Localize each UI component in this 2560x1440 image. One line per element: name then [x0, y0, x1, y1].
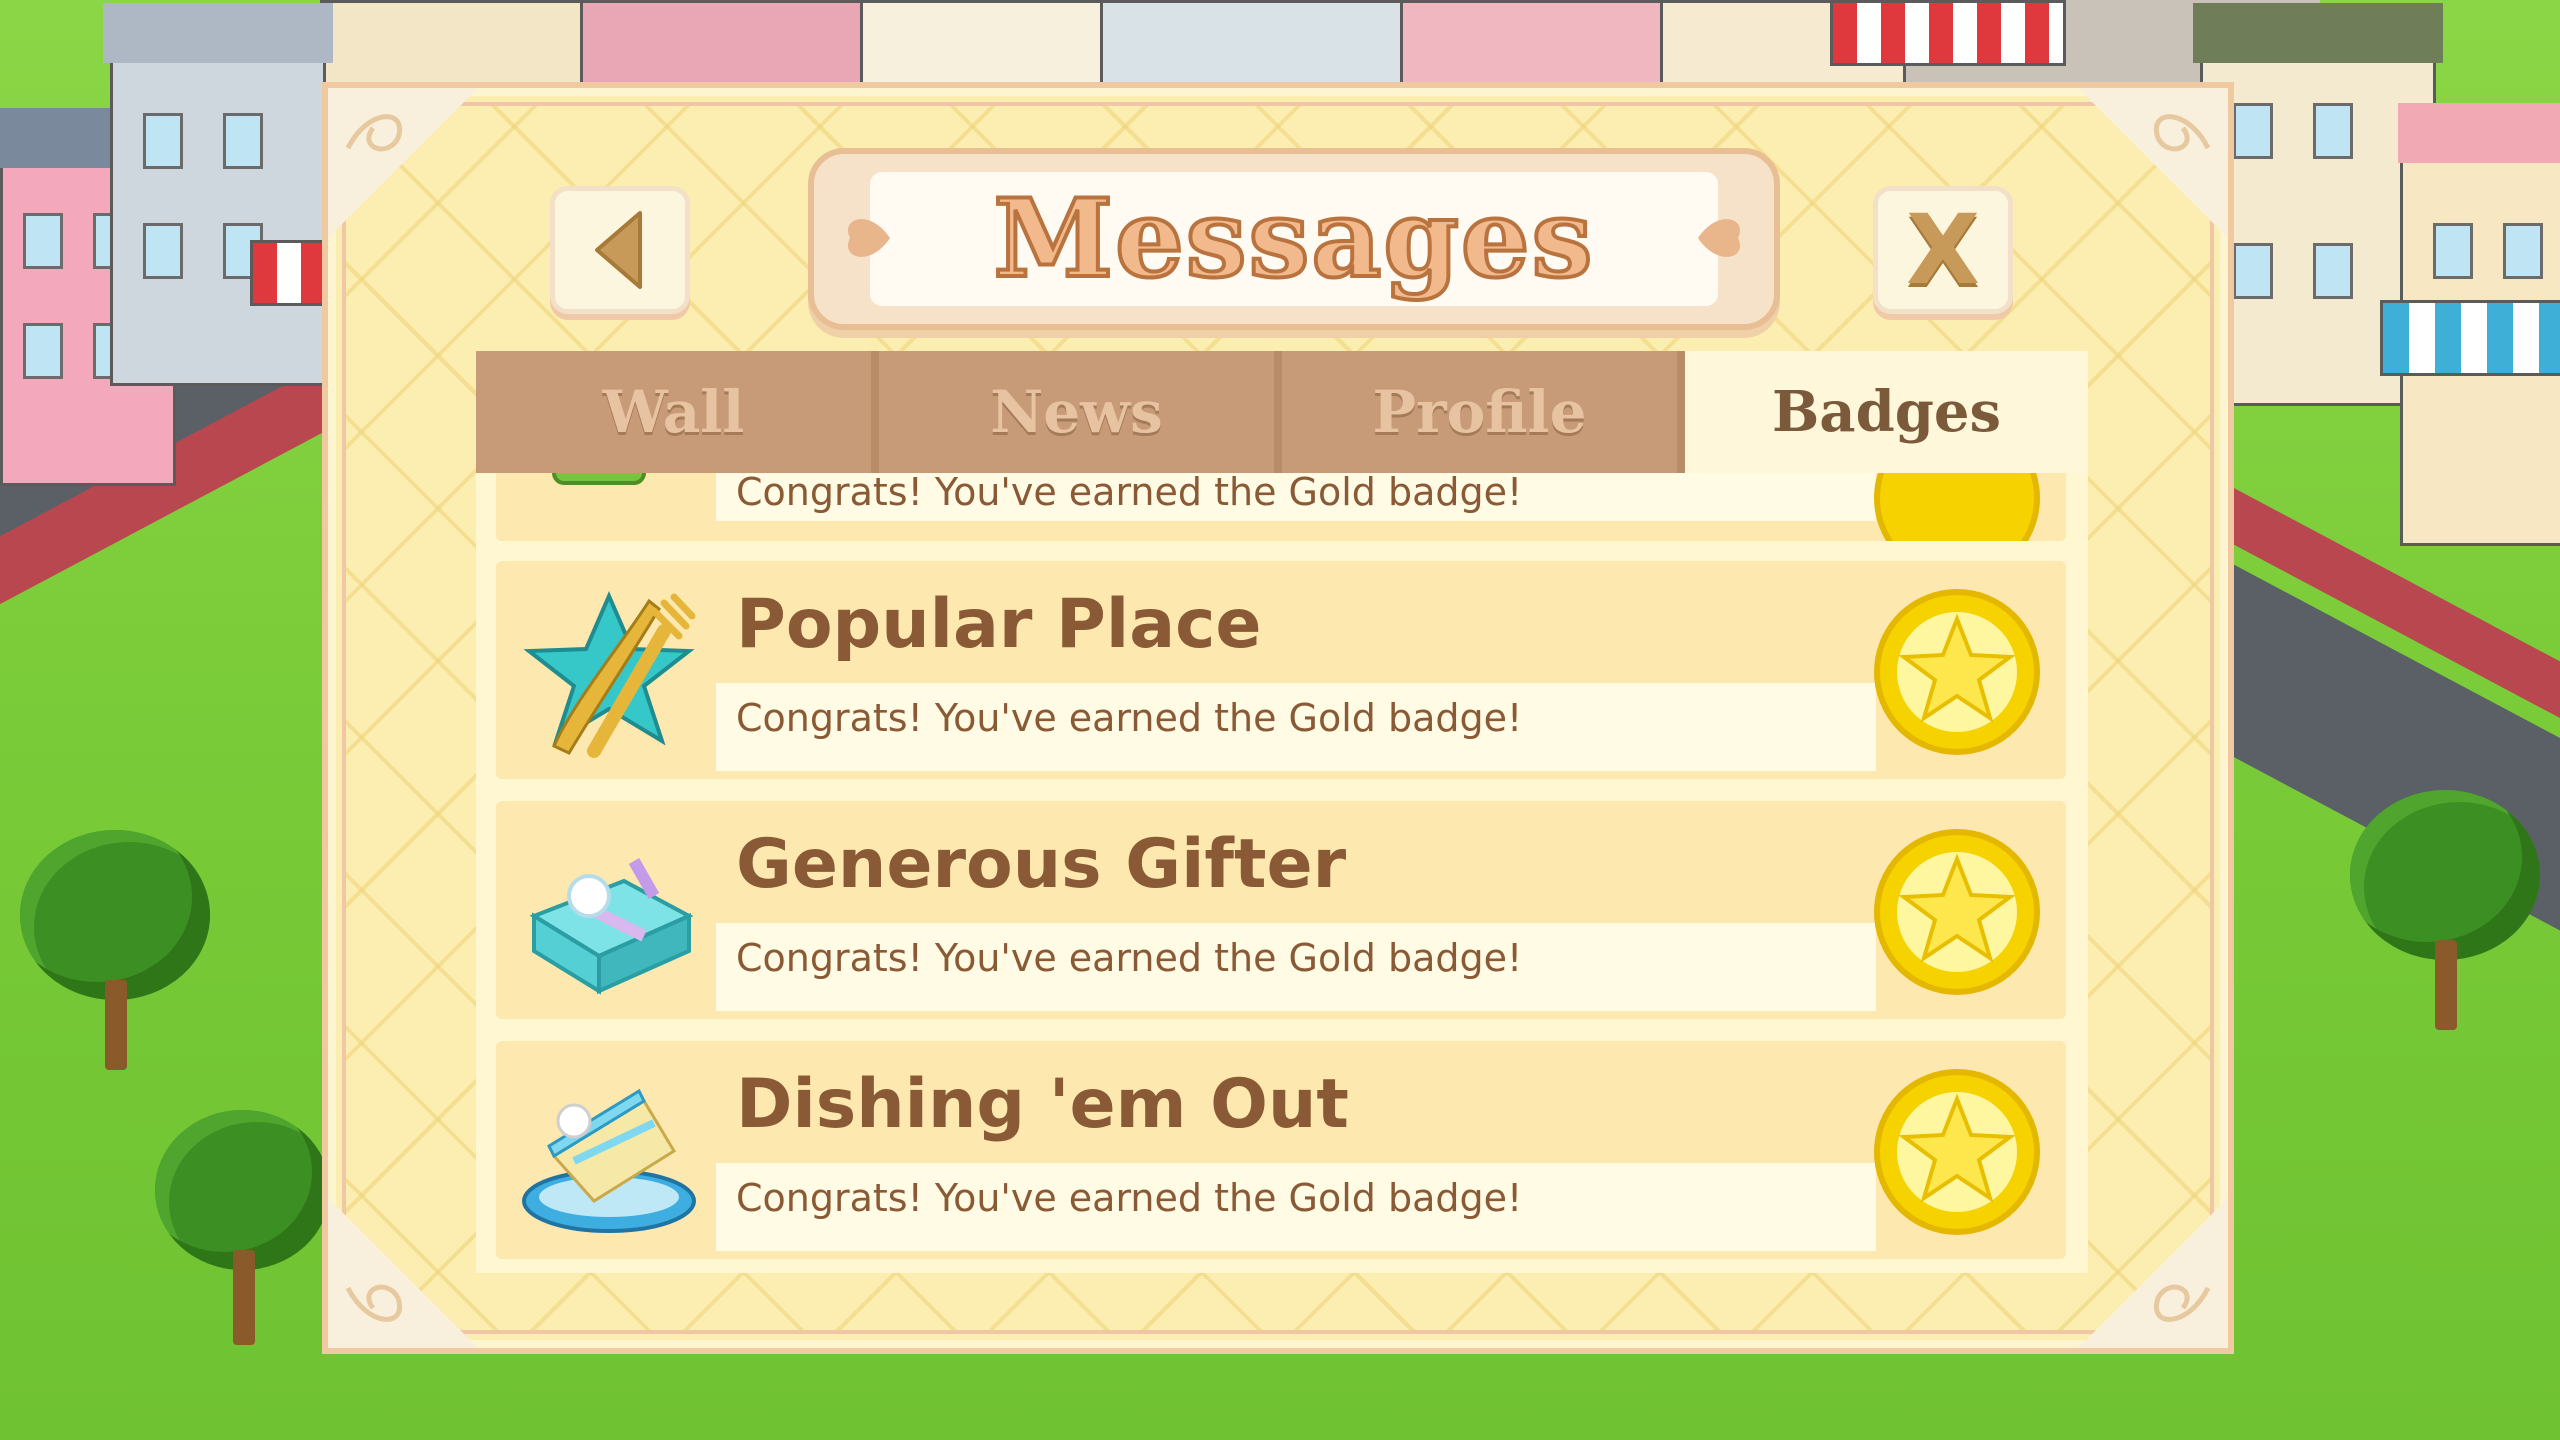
blue-awning — [2380, 300, 2560, 376]
tree — [2350, 790, 2550, 1030]
tree — [20, 830, 220, 1070]
badge-title: Generous Gifter — [736, 825, 1347, 904]
corner-ornament — [328, 1198, 478, 1348]
gift-box-icon — [529, 858, 694, 995]
gold-star-badge-icon — [1874, 473, 2040, 541]
green-badge-icon — [552, 473, 646, 485]
cake-plate-icon — [522, 1088, 696, 1233]
badge-title: Dishing 'em Out — [736, 1065, 1349, 1144]
tree — [155, 1110, 335, 1350]
badge-description: Congrats! You've earned the Gold badge! — [736, 696, 1523, 740]
badge-list[interactable]: Congrats! You've earned the Gold badge! … — [476, 473, 2088, 1273]
tab-news[interactable]: News — [879, 351, 1282, 473]
list-item[interactable]: Congrats! You've earned the Gold badge! — [496, 473, 2066, 541]
tab-profile[interactable]: Profile — [1282, 351, 1685, 473]
list-item[interactable]: Generous Gifter Congrats! You've earned … — [496, 801, 2066, 1019]
flourish-icon — [1698, 219, 1740, 257]
gold-star-badge-icon — [1874, 829, 2040, 995]
badge-description: Congrats! You've earned the Gold badge! — [736, 473, 1523, 514]
back-arrow-icon — [595, 211, 642, 289]
tab-wall[interactable]: Wall — [476, 351, 879, 473]
gold-star-badge-icon — [1874, 589, 2040, 755]
dialog-title-plate: Messages — [808, 148, 1780, 330]
close-button[interactable]: X — [1873, 186, 2013, 314]
back-button[interactable] — [550, 186, 690, 314]
badge-description: Congrats! You've earned the Gold badge! — [736, 936, 1523, 980]
red-awning-left — [250, 240, 326, 306]
tab-bar: Wall News Profile Badges — [476, 351, 2088, 473]
star-fork-knife-icon — [523, 590, 696, 758]
red-awning-top — [1830, 0, 2066, 66]
corner-ornament — [328, 88, 478, 238]
badge-description: Congrats! You've earned the Gold badge! — [736, 1176, 1523, 1220]
gold-star-badge-icon — [1874, 1069, 2040, 1235]
tab-badges[interactable]: Badges — [1685, 351, 2088, 473]
flourish-icon — [848, 219, 890, 257]
grey-building — [103, 3, 333, 386]
list-item[interactable]: Dishing 'em Out Congrats! You've earned … — [496, 1041, 2066, 1259]
corner-ornament — [2078, 88, 2228, 238]
list-item[interactable]: Popular Place Congrats! You've earned th… — [496, 561, 2066, 779]
close-icon: X — [1905, 194, 1980, 306]
corner-ornament — [2078, 1198, 2228, 1348]
dialog-title: Messages — [992, 174, 1595, 304]
messages-dialog: Messages X Wall News Profile Badges Cong… — [322, 82, 2234, 1354]
badge-title: Popular Place — [736, 585, 1262, 664]
